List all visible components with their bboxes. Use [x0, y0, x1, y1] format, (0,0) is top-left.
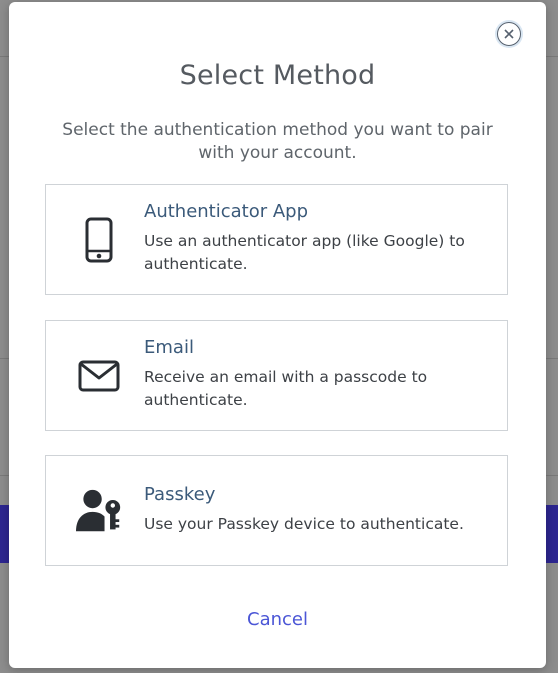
option-title: Authenticator App — [144, 201, 309, 222]
cancel-button[interactable]: Cancel — [9, 609, 546, 630]
dialog-title: Select Method — [179, 60, 376, 91]
option-description: Use an authenticator app (like Google) t… — [144, 232, 465, 273]
option-title: Passkey — [144, 484, 216, 505]
close-button[interactable] — [497, 22, 521, 46]
option-description: Receive an email with a passcode to auth… — [144, 368, 428, 409]
option-authenticator-app[interactable]: Authenticator App Use an authenticator a… — [45, 184, 508, 295]
option-email[interactable]: Email Receive an email with a passcode t… — [45, 320, 508, 431]
option-description: Use your Passkey device to authenticate. — [144, 515, 464, 533]
user-key-icon — [76, 486, 122, 536]
option-title: Email — [144, 337, 194, 358]
envelope-icon — [76, 351, 122, 401]
close-icon — [504, 29, 514, 39]
option-passkey[interactable]: Passkey Use your Passkey device to authe… — [45, 455, 508, 566]
smartphone-icon — [76, 215, 122, 265]
dialog-subtitle: Select the authentication method you wan… — [62, 120, 493, 163]
select-method-dialog: Select Method Select the authentication … — [9, 2, 546, 668]
